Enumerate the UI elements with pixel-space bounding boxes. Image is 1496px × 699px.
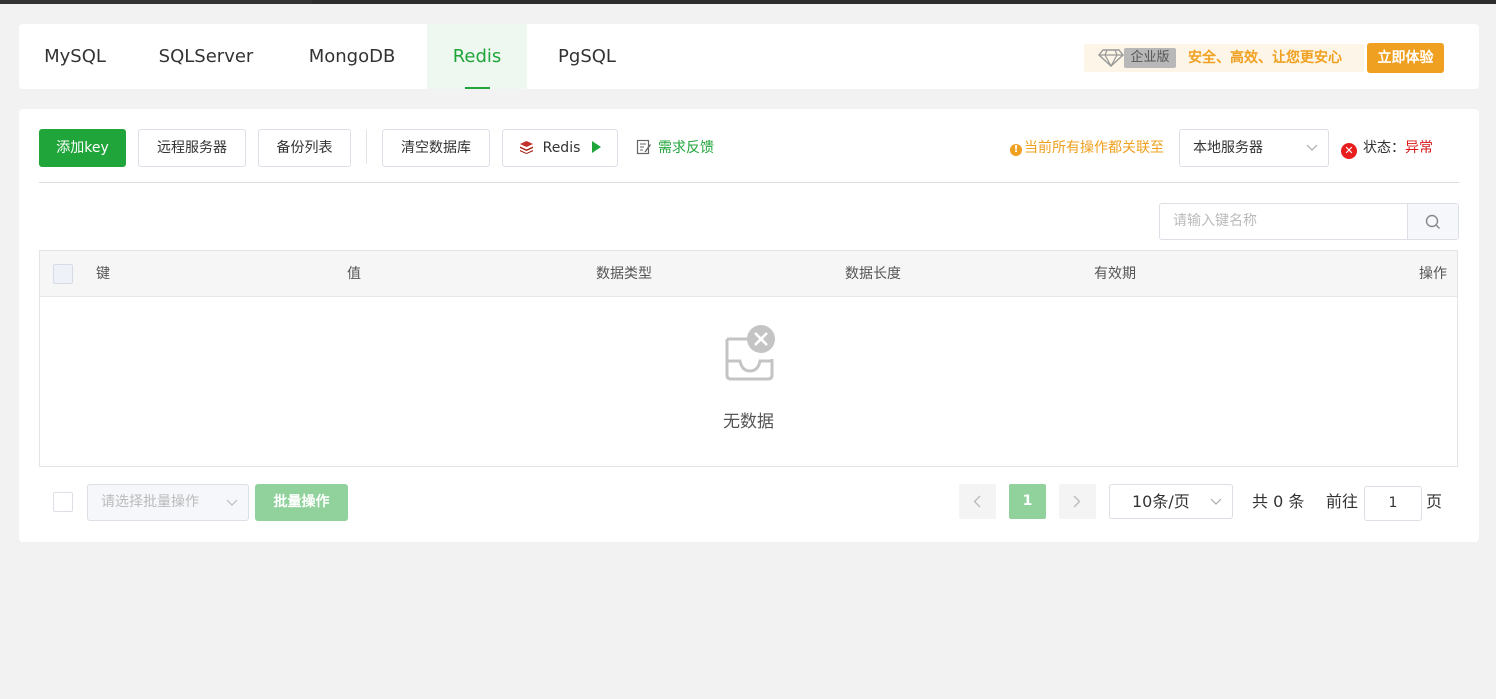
remote-server-button[interactable]: 远程服务器 (138, 129, 246, 167)
window-top-bar (0, 0, 1496, 4)
column-value: 值 (347, 266, 361, 282)
diamond-icon (1098, 49, 1124, 67)
page-number-1[interactable]: 1 (1009, 484, 1046, 519)
chevron-down-icon (1210, 498, 1222, 505)
clear-database-button[interactable]: 清空数据库 (382, 129, 490, 167)
chevron-right-icon (1073, 495, 1081, 508)
enterprise-promo: 企业版 安全、高效、让您更安心 (1084, 44, 1364, 72)
column-data-length: 数据长度 (845, 266, 901, 282)
tab-mongodb[interactable]: MongoDB (289, 24, 415, 89)
empty-box-icon (725, 325, 775, 381)
toolbar-separator (39, 182, 1459, 183)
status-indicator: ✕ 状态：异常 (1341, 137, 1433, 159)
column-key: 键 (96, 266, 110, 282)
tab-sqlserver[interactable]: SQLServer (143, 24, 269, 89)
page-size-select[interactable]: 10条/页 (1109, 484, 1233, 519)
prev-page-button[interactable] (959, 484, 996, 519)
info-icon: ! (1010, 144, 1022, 156)
page-size-value: 10条/页 (1132, 492, 1190, 511)
status-value: 异常 (1405, 140, 1433, 156)
try-now-button[interactable]: 立即体验 (1367, 43, 1444, 73)
column-data-type: 数据类型 (596, 266, 652, 282)
toolbar-divider (366, 130, 367, 164)
backup-list-button[interactable]: 备份列表 (258, 129, 351, 167)
goto-label: 前往 (1326, 492, 1359, 511)
footer-select-all-checkbox[interactable] (53, 492, 73, 512)
edit-note-icon (636, 139, 652, 155)
error-icon: ✕ (1341, 143, 1357, 159)
bulk-action-button[interactable]: 批量操作 (255, 484, 348, 521)
chevron-left-icon (973, 495, 981, 508)
search-input[interactable]: 请输入键名称 (1173, 204, 1257, 239)
search-icon (1425, 214, 1440, 229)
goto-page-input[interactable]: 1 (1364, 486, 1422, 521)
search-button[interactable] (1407, 204, 1458, 239)
server-select-value: 本地服务器 (1193, 140, 1263, 156)
status-label: 状态： (1363, 140, 1405, 156)
key-search-box: 请输入键名称 (1159, 203, 1459, 240)
bulk-action-select[interactable]: 请选择批量操作 (87, 484, 249, 521)
tab-pgsql[interactable]: PgSQL (537, 24, 637, 89)
bulk-action-placeholder: 请选择批量操作 (101, 494, 199, 510)
column-actions: 操作 (1419, 266, 1447, 282)
tab-redis[interactable]: Redis (427, 24, 527, 89)
tab-mysql[interactable]: MySQL (19, 24, 131, 89)
add-key-button[interactable]: 添加key (39, 129, 126, 167)
keys-table: 键 值 数据类型 数据长度 有效期 操作 无数据 (39, 250, 1458, 467)
server-note: ! 当前所有操作都关联至 (1010, 137, 1164, 159)
server-select[interactable]: 本地服务器 (1179, 129, 1329, 167)
chevron-down-icon (226, 499, 238, 506)
redis-logo-icon (520, 141, 534, 154)
select-all-checkbox[interactable] (53, 264, 73, 284)
redis-manager-button[interactable]: Redis (502, 129, 618, 167)
next-page-button[interactable] (1059, 484, 1096, 519)
play-icon (591, 141, 601, 153)
chevron-down-icon (1306, 144, 1318, 151)
table-header: 键 值 数据类型 数据长度 有效期 操作 (40, 251, 1457, 297)
enterprise-badge: 企业版 (1124, 48, 1176, 68)
redis-button-label: Redis (542, 140, 581, 156)
server-note-text: 当前所有操作都关联至 (1024, 140, 1164, 156)
feedback-link[interactable]: 需求反馈 (636, 137, 714, 159)
column-ttl: 有效期 (1094, 266, 1136, 282)
empty-state-text: 无数据 (723, 412, 774, 432)
feedback-label: 需求反馈 (658, 140, 714, 156)
promo-slogan: 安全、高效、让您更安心 (1188, 50, 1342, 66)
page-unit-label: 页 (1426, 492, 1443, 511)
total-count: 共 0 条 (1252, 492, 1305, 511)
